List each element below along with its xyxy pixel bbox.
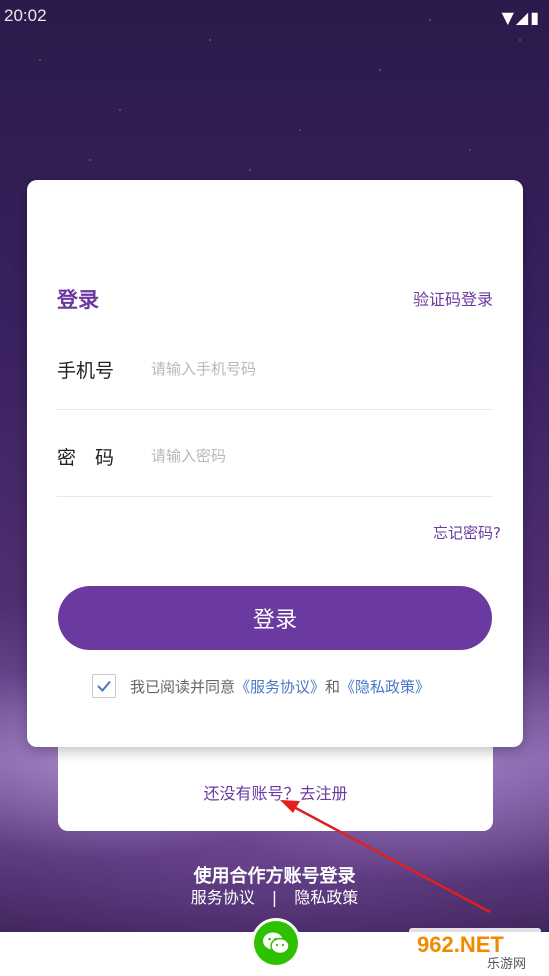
watermark-logo: 962.NET 乐游网 — [409, 928, 541, 972]
watermark-sub-text: 乐游网 — [487, 957, 526, 972]
watermark-main-text: 962.NET — [417, 932, 504, 957]
arrow-annotation — [280, 800, 491, 914]
